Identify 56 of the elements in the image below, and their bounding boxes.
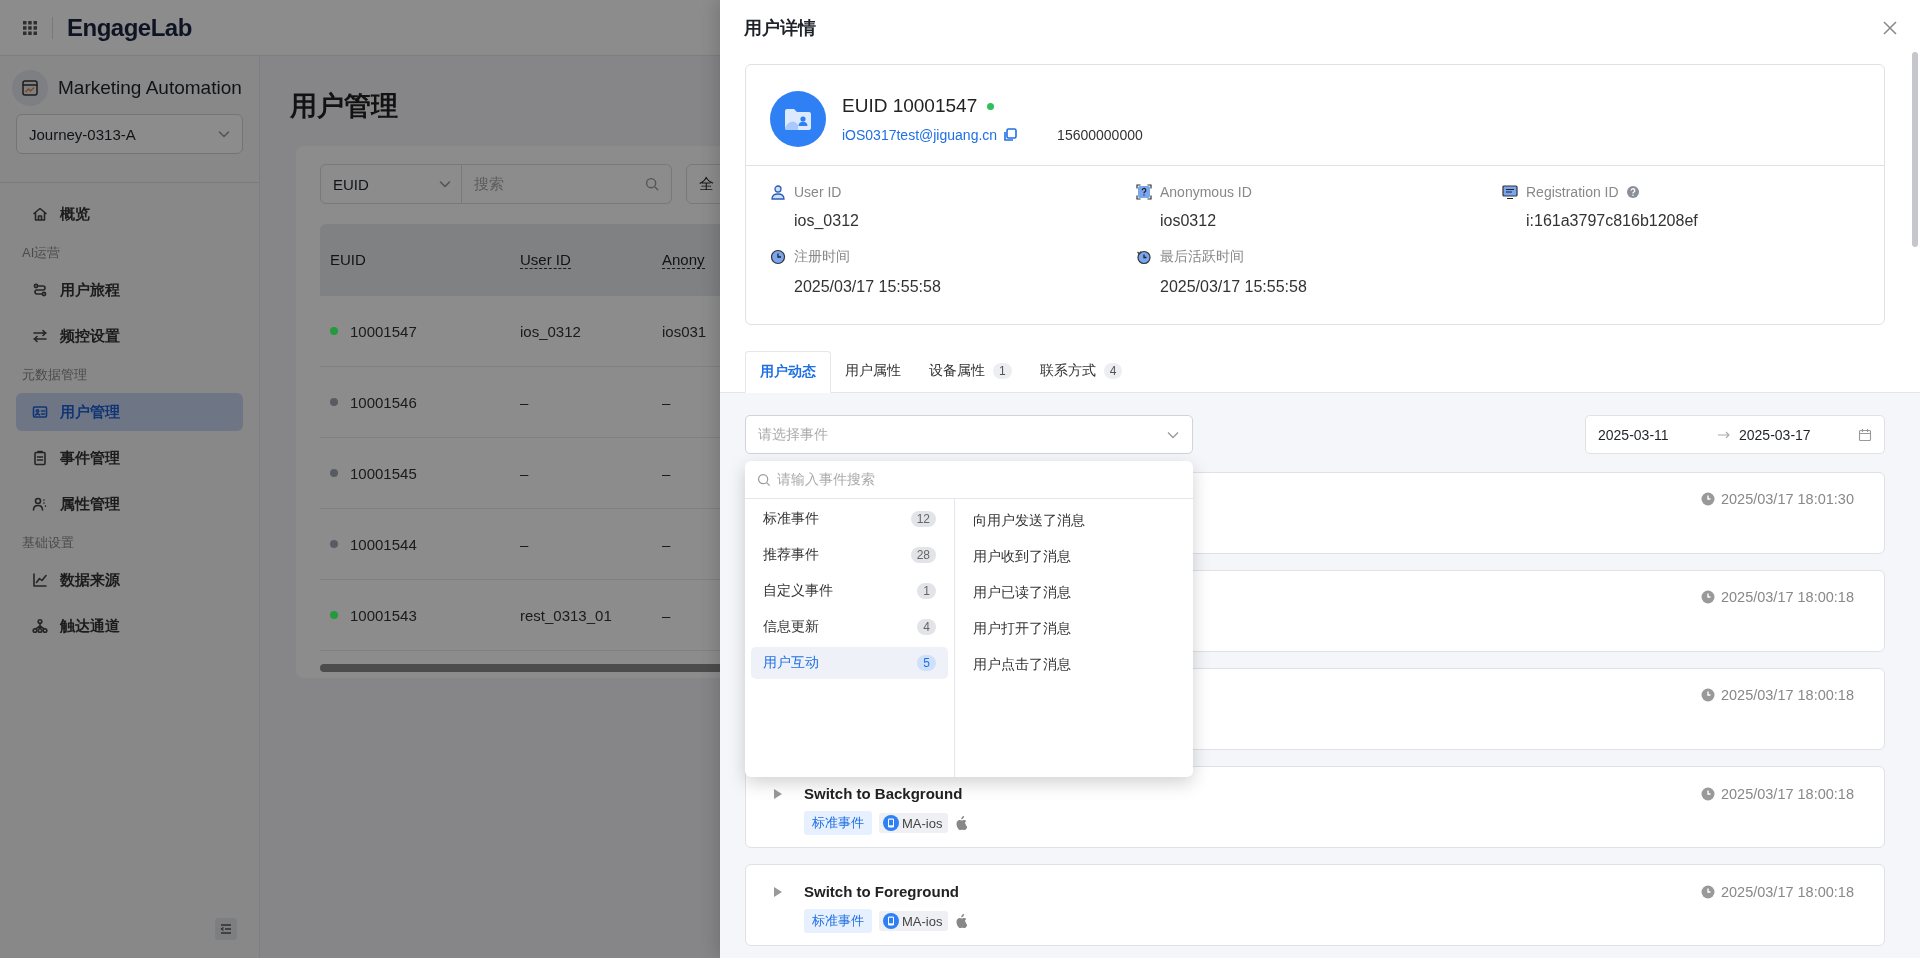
field-value: 2025/03/17 15:55:58 <box>1160 278 1308 296</box>
app-tag: MA-ios <box>879 813 949 833</box>
section-label: AI运营 <box>21 244 62 262</box>
column-header: Anony <box>662 250 705 269</box>
table-cell: – <box>520 393 529 411</box>
table-cell: – <box>662 535 671 553</box>
column-header: EUID <box>330 251 366 268</box>
event-title: Switch to Background <box>804 785 963 802</box>
count-badge: 4 <box>917 619 936 635</box>
count-badge: 1 <box>993 363 1012 379</box>
table-cell: – <box>520 535 529 553</box>
count-badge: 12 <box>910 511 936 527</box>
table-cell: – <box>662 606 671 624</box>
column-header: User ID <box>520 250 571 269</box>
table-cell: 10001543 <box>350 606 417 624</box>
field-value: i:161a3797c816b1208ef <box>1526 212 1699 230</box>
count-badge: 4 <box>1103 363 1123 379</box>
table-cell: 10001544 <box>350 535 417 553</box>
event-time: 2025/03/17 18:00:18 <box>1720 589 1854 605</box>
event-time: 2025/03/17 18:00:18 <box>1720 785 1854 802</box>
section-label: 元数据管理 <box>21 366 88 384</box>
table-cell: 10001546 <box>350 393 417 411</box>
table-cell: 10001545 <box>350 464 417 482</box>
phone-number: 15600000000 <box>1057 127 1143 143</box>
app-title: Marketing Automation <box>58 77 242 99</box>
drawer-title: 用户详情 <box>744 17 816 40</box>
field-label: Anonymous ID <box>1160 184 1252 200</box>
end-date: 2025-03-17 <box>1739 426 1812 443</box>
event-type-tag: 标准事件 <box>804 811 872 835</box>
field-value: ios_0312 <box>794 212 860 230</box>
event-time: 2025/03/17 18:00:18 <box>1720 687 1854 703</box>
table-cell: ios031 <box>662 322 707 340</box>
field-label: User ID <box>794 184 842 200</box>
field-label: 最后活跃时间 <box>1160 248 1244 266</box>
count-badge: 5 <box>917 655 936 671</box>
count-badge: 1 <box>917 583 936 599</box>
page-title: 用户管理 <box>290 90 399 123</box>
field-label: Registration ID <box>1526 184 1619 200</box>
event-time: 2025/03/17 18:00:18 <box>1720 883 1854 900</box>
event-type-tag: 标准事件 <box>804 909 872 933</box>
section-label: 基础设置 <box>21 534 75 552</box>
field-value: 2025/03/17 15:55:58 <box>794 278 942 296</box>
event-time: 2025/03/17 18:01:30 <box>1720 491 1854 507</box>
user-euid: EUID 10001547 <box>842 95 978 117</box>
event-title: Switch to Foreground <box>804 883 959 900</box>
start-date: 2025-03-11 <box>1598 426 1670 443</box>
table-cell: ios_0312 <box>520 322 581 340</box>
field-value: ios0312 <box>1160 212 1218 230</box>
table-cell: – <box>520 464 529 482</box>
table-cell: – <box>662 464 671 482</box>
table-cell: – <box>662 393 671 411</box>
table-cell: rest_0313_01 <box>520 606 612 624</box>
count-badge: 28 <box>910 547 936 563</box>
table-cell: 10001547 <box>350 322 417 340</box>
field-label: 注册时间 <box>794 248 850 266</box>
app-tag: MA-ios <box>879 911 949 931</box>
